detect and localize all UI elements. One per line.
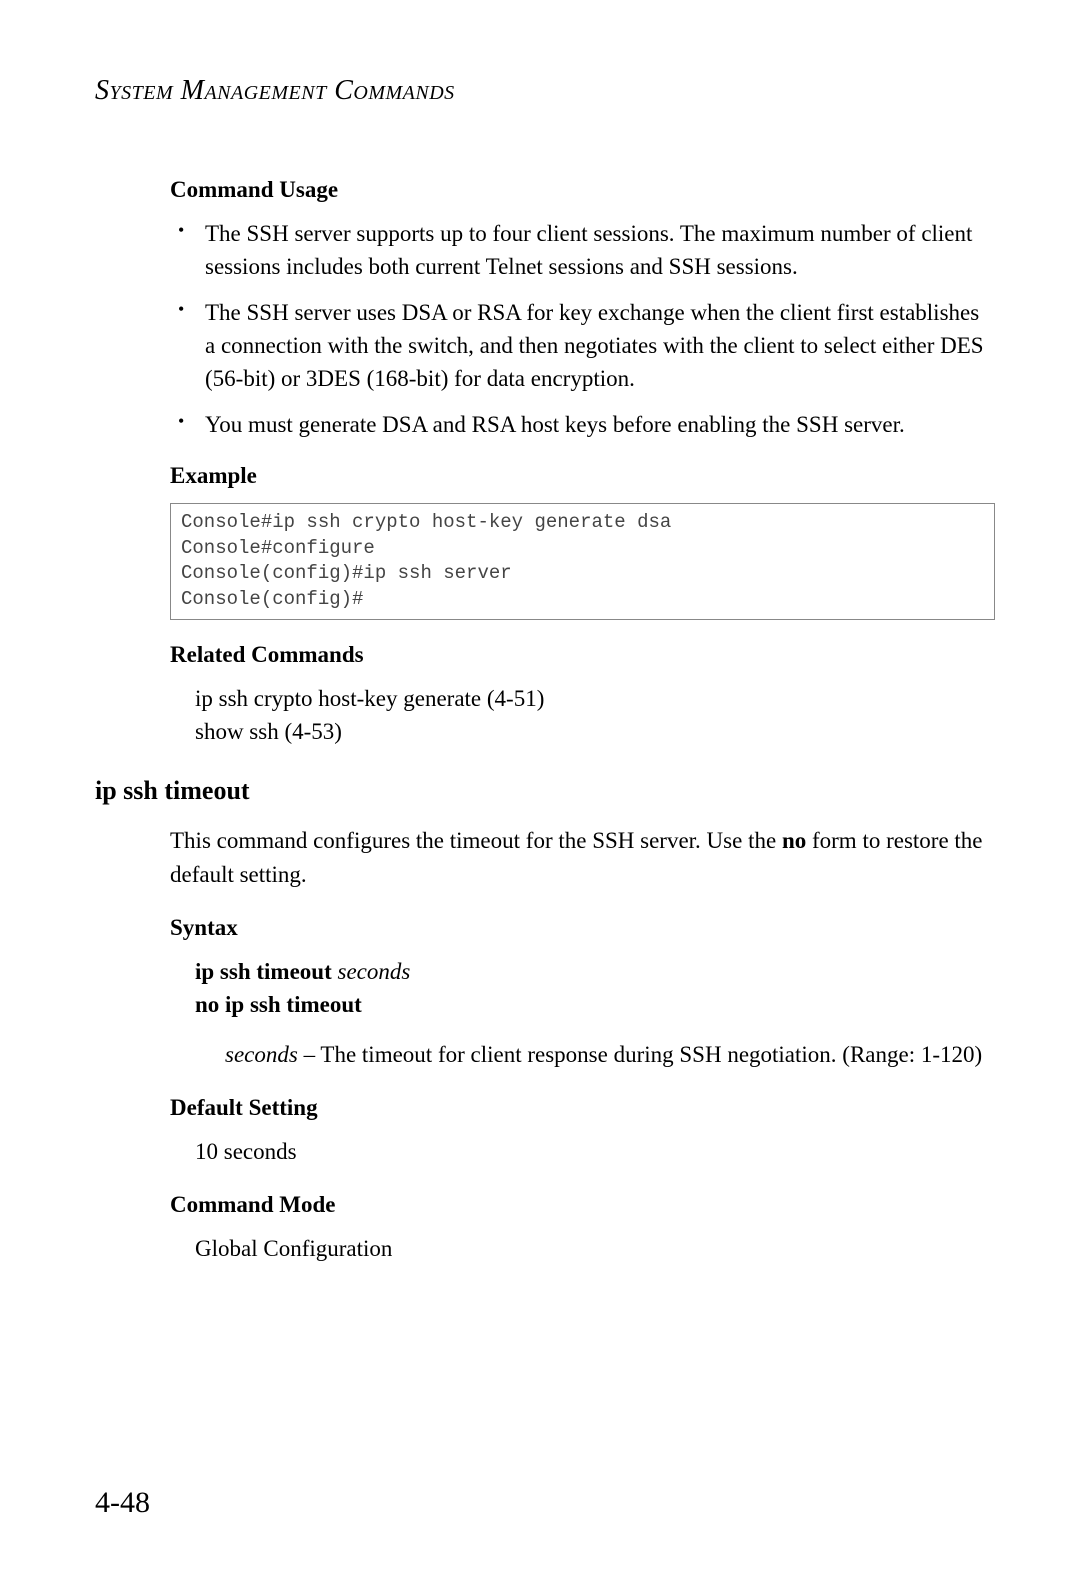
syntax-italic: seconds — [338, 959, 411, 984]
parameter-description: seconds – The timeout for client respons… — [225, 1038, 995, 1071]
list-item: The SSH server supports up to four clien… — [170, 217, 995, 284]
syntax-line: ip ssh timeout seconds — [195, 955, 995, 988]
related-commands-heading: Related Commands — [170, 642, 995, 668]
example-code-block: Console#ip ssh crypto host-key generate … — [170, 503, 995, 620]
syntax-bold: ip ssh timeout — [195, 959, 338, 984]
related-commands-list: ip ssh crypto host-key generate (4-51) s… — [195, 682, 995, 749]
param-name: seconds — [225, 1042, 298, 1067]
syntax-block: ip ssh timeout seconds no ip ssh timeout — [195, 955, 995, 1022]
list-item: You must generate DSA and RSA host keys … — [170, 408, 995, 441]
syntax-heading: Syntax — [170, 915, 995, 941]
command-usage-list: The SSH server supports up to four clien… — [170, 217, 995, 441]
command-mode-value: Global Configuration — [195, 1232, 995, 1265]
command-title: ip ssh timeout — [95, 776, 995, 806]
default-setting-value: 10 seconds — [195, 1135, 995, 1168]
command-mode-heading: Command Mode — [170, 1192, 995, 1218]
related-command-item: ip ssh crypto host-key generate (4-51) — [195, 682, 995, 715]
intro-bold: no — [782, 828, 806, 853]
syntax-line: no ip ssh timeout — [195, 988, 995, 1021]
list-item: The SSH server uses DSA or RSA for key e… — [170, 296, 995, 396]
default-setting-heading: Default Setting — [170, 1095, 995, 1121]
page-header: System Management Commands — [95, 75, 995, 107]
example-heading: Example — [170, 463, 995, 489]
command-usage-heading: Command Usage — [170, 177, 995, 203]
param-text: – The timeout for client response during… — [298, 1042, 982, 1067]
page-number: 4-48 — [95, 1486, 150, 1520]
command-intro: This command configures the timeout for … — [170, 824, 995, 891]
intro-text-pre: This command configures the timeout for … — [170, 828, 782, 853]
syntax-bold: no ip ssh timeout — [195, 992, 362, 1017]
related-command-item: show ssh (4-53) — [195, 715, 995, 748]
